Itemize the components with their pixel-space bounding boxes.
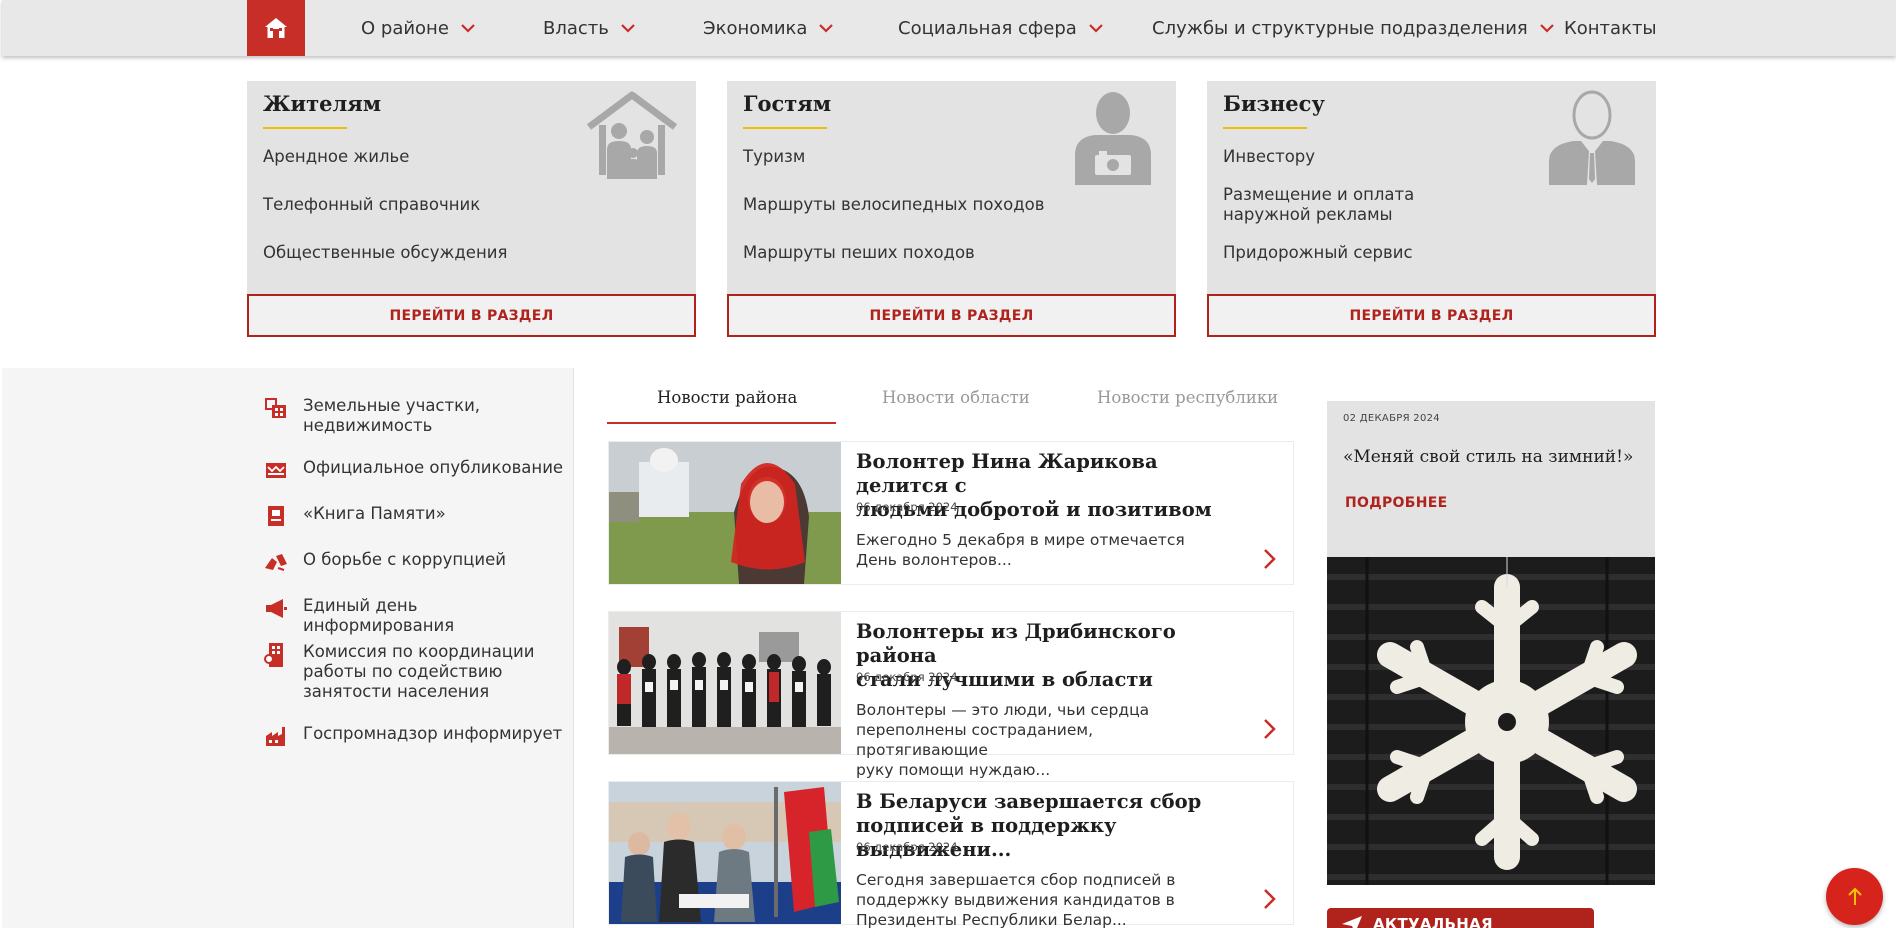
nav-item-label: Социальная сфера: [898, 17, 1077, 39]
news-item[interactable]: Волонтеры из Дрибинского района стали лу…: [608, 611, 1294, 779]
news-date: 06 декабря 2024: [856, 840, 958, 854]
sidebar-item-label: Официальное опубликование: [303, 458, 564, 477]
nav-item-label: Контакты: [1564, 17, 1657, 39]
chevron-down-icon: [621, 23, 635, 33]
promo-title[interactable]: «Меняй свой стиль на зимний!»: [1343, 447, 1633, 467]
family-house-icon: [586, 91, 678, 179]
news-photo: [609, 612, 841, 754]
title-underline: [743, 127, 827, 129]
quick-links-sidebar: Земельные участки, недвижимость Официаль…: [2, 368, 574, 928]
card-link[interactable]: Придорожный сервис: [1223, 243, 1413, 263]
card-title: Бизнесу: [1223, 91, 1325, 116]
sidebar-item-label: Госпромнадзор информирует: [303, 724, 563, 743]
top-navigation: О районе Власть Экономика Социальная сфе…: [2, 0, 1896, 56]
card-body: Бизнесу Инвестору Размещение и оплата на…: [1207, 81, 1656, 294]
card-body: Гостям Туризм Маршруты велосипедных похо…: [727, 81, 1176, 294]
nav-item-services[interactable]: Службы и структурные подразделения: [1152, 15, 1554, 41]
card-title: Гостям: [743, 91, 832, 116]
read-more-link[interactable]: ПОДРОБНЕЕ: [1345, 495, 1447, 511]
sidebar-item-label: Земельные участки, недвижимость: [303, 396, 481, 435]
news-date: 06 декабря 2024: [856, 670, 958, 684]
nav-item-contacts[interactable]: Контакты: [1564, 15, 1657, 41]
chevron-down-icon: [819, 23, 834, 33]
land-property-icon: [265, 398, 286, 418]
news-item[interactable]: В Беларуси завершается сбор подписей в п…: [608, 781, 1294, 928]
card-link[interactable]: Размещение и оплата наружной рекламы: [1223, 185, 1503, 225]
home-button[interactable]: [247, 0, 305, 56]
news-excerpt: Волонтеры — это люди, чьи сердца перепол…: [856, 701, 1150, 779]
tab-republic-news[interactable]: Новости республики: [1097, 388, 1278, 407]
card-link[interactable]: Маршруты велосипедных походов: [743, 195, 1045, 215]
sidebar-item-label: Комиссия по координации работы по содейс…: [303, 642, 535, 701]
send-icon: [1342, 916, 1362, 928]
card-body: Жителям Арендное жилье Телефонный справо…: [247, 81, 696, 294]
active-tab-indicator: [607, 422, 836, 424]
go-to-section-button[interactable]: ПЕРЕЙТИ В РАЗДЕЛ: [727, 294, 1176, 337]
chevron-right-icon[interactable]: [1263, 718, 1277, 740]
scroll-to-top-button[interactable]: [1826, 868, 1883, 925]
card-link[interactable]: Маршруты пеших походов: [743, 243, 975, 263]
tourist-camera-icon: [1075, 92, 1151, 185]
nav-item-label: Экономика: [703, 17, 808, 39]
home-icon: [265, 18, 287, 38]
sidebar-item-label: О борьбе с коррупцией: [303, 550, 506, 569]
card-business: Бизнесу Инвестору Размещение и оплата на…: [1207, 81, 1656, 337]
nav-item-label: О районе: [361, 17, 449, 39]
arrow-up-icon: [1847, 887, 1862, 905]
chevron-down-icon: [1539, 23, 1554, 33]
chevron-down-icon: [461, 23, 475, 33]
sidebar-item-label: «Книга Памяти»: [303, 504, 446, 523]
chevron-right-icon[interactable]: [1263, 548, 1277, 570]
publication-icon: [266, 463, 286, 478]
news-item[interactable]: Волонтер Нина Жарикова делится с людьми …: [608, 441, 1294, 585]
promo-date: 02 ДЕКАБРЯ 2024: [1343, 413, 1440, 424]
nav-item-power[interactable]: Власть: [543, 15, 635, 41]
news-excerpt: Ежегодно 5 декабря в мире отмечается Ден…: [856, 531, 1185, 569]
news-photo: [609, 442, 841, 584]
chevron-right-icon[interactable]: [1263, 888, 1277, 910]
title-underline: [263, 127, 347, 129]
nav-item-social[interactable]: Социальная сфера: [898, 15, 1103, 41]
tab-region-news[interactable]: Новости области: [882, 388, 1030, 407]
go-to-section-button[interactable]: ПЕРЕЙТИ В РАЗДЕЛ: [1207, 294, 1656, 337]
card-link[interactable]: Арендное жилье: [263, 147, 409, 167]
card-guests: Гостям Туризм Маршруты велосипедных похо…: [727, 81, 1176, 337]
card-link[interactable]: Общественные обсуждения: [263, 243, 507, 263]
go-to-section-button[interactable]: ПЕРЕЙТИ В РАЗДЕЛ: [247, 294, 696, 337]
nav-item-label: Службы и структурные подразделения: [1152, 17, 1528, 39]
news-photo: [609, 782, 841, 924]
news-excerpt: Сегодня завершается сбор подписей в подд…: [856, 871, 1176, 928]
promo-card: 02 ДЕКАБРЯ 2024 «Меняй свой стиль на зим…: [1327, 401, 1655, 885]
nav-item-label: Власть: [543, 17, 609, 39]
card-link[interactable]: Туризм: [743, 147, 805, 167]
card-residents: Жителям Арендное жилье Телефонный справо…: [247, 81, 696, 337]
megaphone-icon: [266, 599, 287, 618]
card-link[interactable]: Инвестору: [1223, 147, 1315, 167]
nav-item-about[interactable]: О районе: [361, 15, 475, 41]
tab-district-news[interactable]: Новости района: [657, 388, 797, 407]
memory-book-icon: [268, 506, 284, 526]
title-underline: [1223, 127, 1307, 129]
businessman-icon: [1549, 90, 1635, 185]
news-date: 06 декабря 2024: [856, 500, 958, 514]
promo-photo: [1327, 557, 1655, 885]
employment-icon: [264, 643, 283, 667]
chevron-down-icon: [1089, 23, 1103, 33]
anti-corruption-icon: [265, 554, 287, 571]
card-title: Жителям: [263, 91, 382, 116]
factory-icon: [266, 727, 285, 746]
card-link[interactable]: Телефонный справочник: [263, 195, 480, 215]
nav-item-economy[interactable]: Экономика: [703, 15, 834, 41]
actual-information-button[interactable]: АКТУАЛЬНАЯ ИНФОРМАЦИЯ: [1327, 908, 1594, 928]
sidebar-item-label: Единый день информирования: [303, 596, 455, 635]
actual-information-label: АКТУАЛЬНАЯ ИНФОРМАЦИЯ: [1373, 915, 1493, 928]
